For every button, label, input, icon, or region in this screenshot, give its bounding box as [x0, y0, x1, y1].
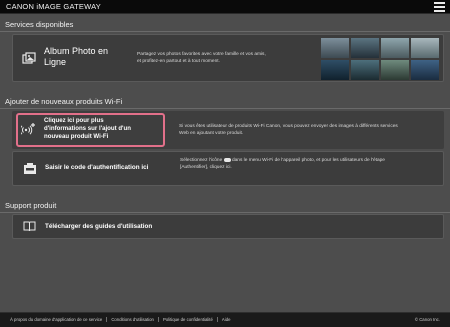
brand-logo[interactable]: CANON iMAGE GATEWAY: [6, 2, 101, 11]
album-description: Partagez vos photos favorites avec votre…: [137, 52, 266, 64]
thumbnail: [321, 60, 349, 80]
footer: À propos du domaine d'application de ce …: [0, 312, 450, 327]
top-bar: CANON iMAGE GATEWAY: [0, 0, 450, 14]
photo-album-icon: [22, 52, 36, 64]
auth-code-card[interactable]: Saisir le code d'authentification ici Sé…: [12, 151, 444, 186]
hamburger-menu-icon[interactable]: [434, 2, 445, 12]
footer-link-scope[interactable]: À propos du domaine d'application de ce …: [6, 317, 108, 322]
new-product-label[interactable]: Cliquez ici pour plus d'informations sur…: [44, 117, 131, 141]
album-label: Album Photo en Ligne: [44, 46, 109, 67]
divider: [0, 108, 450, 109]
wifi-plus-icon: [21, 123, 35, 135]
footer-link-privacy[interactable]: Politique de confidentialité: [159, 317, 218, 322]
auth-code-description: Sélectionnez l'icône dans le menu Wi-Fi …: [180, 157, 385, 170]
thumbnail: [381, 60, 409, 80]
thumbnail: [381, 38, 409, 58]
new-product-card[interactable]: Cliquez ici pour plus d'informations sur…: [12, 111, 444, 149]
section-title-add-products: Ajouter de nouveaux produits Wi-Fi: [5, 97, 123, 106]
thumbnail: [351, 38, 379, 58]
footer-link-terms[interactable]: Conditions d'utilisation: [107, 317, 159, 322]
book-icon: [23, 221, 36, 232]
copyright: © Canon Inc.: [414, 317, 440, 322]
thumbnail: [411, 38, 439, 58]
thumbnail: [411, 60, 439, 80]
camera-key-icon: [24, 163, 36, 174]
section-title-support: Support produit: [5, 201, 57, 210]
thumbnail: [321, 38, 349, 58]
divider: [0, 212, 450, 213]
auth-code-label[interactable]: Saisir le code d'authentification ici: [45, 164, 148, 171]
footer-link-help[interactable]: Aide: [218, 317, 235, 322]
thumbnail: [351, 60, 379, 80]
guides-card[interactable]: Télécharger des guides d'utilisation: [12, 214, 444, 239]
album-card[interactable]: Album Photo en Ligne Partagez vos photos…: [12, 34, 444, 82]
guides-label[interactable]: Télécharger des guides d'utilisation: [45, 223, 152, 230]
divider: [0, 31, 450, 32]
photo-thumbnails: [321, 38, 439, 80]
new-product-description: Si vous êtes utilisateur de produits Wi-…: [179, 124, 398, 136]
section-title-services: Services disponibles: [5, 20, 74, 29]
footer-links: À propos du domaine d'application de ce …: [6, 317, 234, 322]
cloud-icon: [223, 157, 231, 162]
